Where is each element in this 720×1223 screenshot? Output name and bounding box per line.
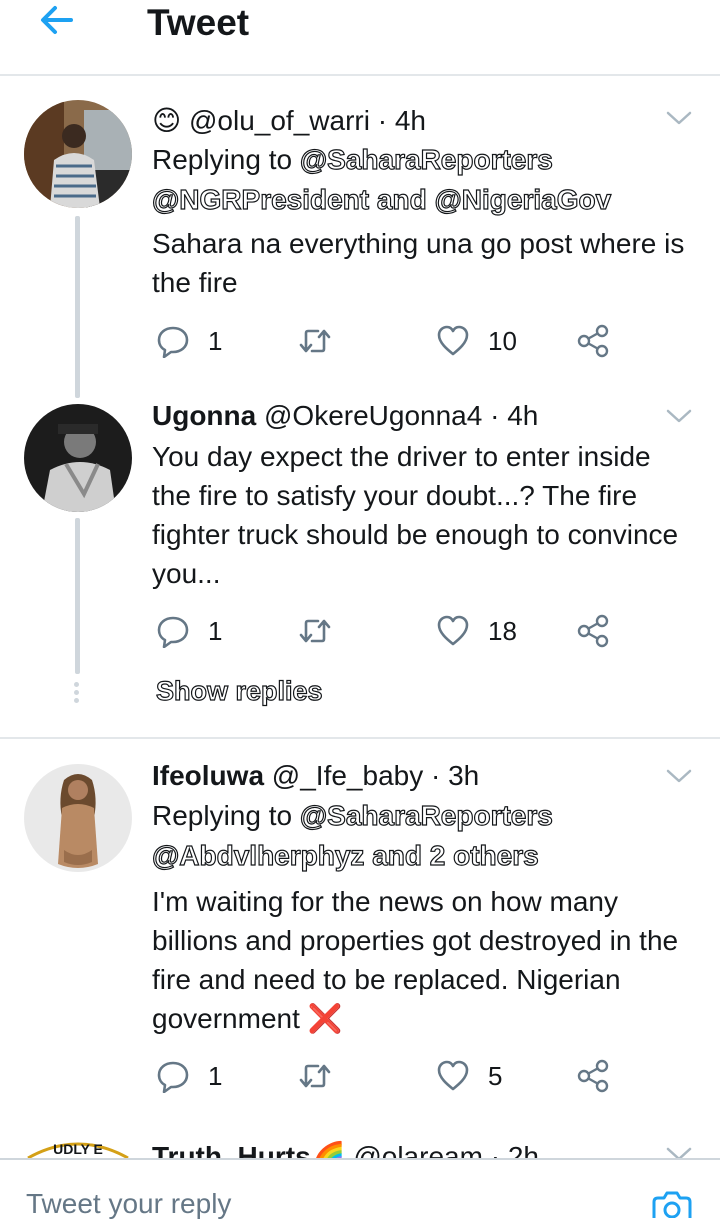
reply-count: 1 (208, 615, 223, 646)
mention-link[interactable]: @SaharaReporters (299, 143, 553, 175)
timestamp: 4h (507, 400, 539, 431)
retweet-button[interactable] (298, 321, 332, 361)
heart-icon (437, 615, 469, 646)
replying-prefix: Replying to (152, 144, 293, 175)
heart-icon (437, 1060, 469, 1091)
separator: · (377, 105, 388, 136)
tweet[interactable]: 😊 @olu_of_warri · 4h Replying to @Sahara… (0, 76, 720, 398)
tweet-menu-button[interactable] (664, 766, 694, 786)
tweet-actions: 1 18 (152, 611, 622, 651)
replying-prefix: Replying to (152, 800, 293, 831)
retweet-button[interactable] (298, 1056, 332, 1096)
user-name[interactable]: Ifeoluwa (152, 760, 264, 791)
avatar-text: UDLY E (53, 1141, 103, 1157)
avatar[interactable] (24, 100, 132, 208)
replying-to-more: @Abdvlherphyz and 2 others (151, 839, 539, 872)
reply-composer: Tweet your reply (0, 1158, 720, 1219)
reply-button[interactable]: 1 (156, 611, 222, 651)
share-button[interactable] (576, 611, 610, 651)
tweet[interactable]: Ugonna @OkereUgonna4 · 4h You day expect… (0, 386, 720, 738)
camera-button[interactable] (650, 1188, 694, 1219)
retweet-button[interactable] (298, 611, 332, 651)
avatar[interactable] (24, 764, 132, 872)
reply-button[interactable]: 1 (156, 321, 222, 361)
reply-input[interactable]: Tweet your reply (26, 1188, 231, 1220)
chevron-down-icon (666, 111, 692, 125)
user-handle[interactable]: @olu_of_warri (189, 105, 370, 136)
like-button[interactable]: 10 (436, 321, 517, 361)
separator: · (490, 1141, 501, 1158)
tweet-actions: 1 5 (152, 1056, 622, 1096)
user-handle[interactable]: @_Ife_baby (272, 760, 423, 791)
replying-to-more: @NGRPresident and @NigeriaGov (151, 183, 611, 216)
retweet-icon (299, 619, 331, 643)
like-count: 18 (488, 615, 517, 646)
thread-line (75, 216, 80, 398)
reply-count: 1 (208, 1060, 223, 1091)
separator: · (431, 760, 441, 791)
mention-link[interactable]: @Abdvlherphyz and 2 others (151, 839, 539, 871)
tweet-actions: 1 10 (152, 321, 622, 361)
chevron-down-icon (666, 769, 692, 783)
back-button[interactable] (34, 0, 78, 44)
top-bar: Tweet (0, 0, 720, 76)
like-count: 5 (488, 1060, 503, 1091)
divider (0, 737, 720, 739)
retweet-icon (299, 1064, 331, 1088)
chevron-down-icon (666, 409, 692, 423)
tweet[interactable]: UDLY E Truth_Hurts🌈 @olaream · 2h (0, 1136, 720, 1158)
tweet-meta: Truth_Hurts🌈 @olaream · 2h (152, 1140, 539, 1158)
tweet-menu-button[interactable] (664, 108, 694, 128)
user-handle[interactable]: @OkereUgonna4 (264, 400, 482, 431)
tweet-menu-button[interactable] (664, 1144, 694, 1158)
share-button[interactable] (576, 321, 610, 361)
user-handle[interactable]: @olaream (353, 1141, 483, 1158)
avatar[interactable] (24, 404, 132, 512)
timestamp: 3h (448, 760, 480, 791)
tweet-meta: Ugonna @OkereUgonna4 · 4h (152, 400, 538, 432)
separator: · (490, 400, 500, 431)
thread-line (75, 518, 80, 674)
show-replies-link[interactable]: Show replies (155, 675, 323, 707)
tweet-text: Sahara na everything una go post where i… (152, 228, 685, 298)
back-arrow-icon (41, 6, 73, 34)
reply-count: 1 (208, 325, 223, 356)
replying-to: Replying to @SaharaReporters (152, 143, 553, 176)
timestamp: 2h (507, 1141, 539, 1158)
avatar[interactable]: UDLY E (24, 1136, 132, 1158)
user-name[interactable]: Truth_Hurts🌈 (152, 1141, 346, 1158)
reply-icon (157, 326, 189, 358)
timestamp: 4h (394, 105, 426, 136)
tweet[interactable]: Ifeoluwa @_Ife_baby · 3h Replying to @Sa… (0, 740, 720, 1136)
share-icon (577, 614, 609, 648)
replying-to: Replying to @SaharaReporters (152, 799, 553, 832)
mention-link[interactable]: @NGRPresident and @NigeriaGov (151, 183, 611, 215)
tweet-menu-button[interactable] (664, 406, 694, 426)
reply-icon (157, 616, 189, 648)
heart-icon (437, 325, 469, 356)
share-button[interactable] (576, 1056, 610, 1096)
chevron-down-icon (666, 1147, 692, 1158)
page-title: Tweet (147, 2, 250, 43)
share-icon (577, 324, 609, 358)
user-name[interactable]: Ugonna (152, 400, 256, 431)
mention-link[interactable]: @SaharaReporters (299, 799, 553, 831)
like-count: 10 (488, 325, 517, 356)
camera-icon (652, 1191, 692, 1219)
reply-button[interactable]: 1 (156, 1056, 222, 1096)
reply-icon (157, 1061, 189, 1093)
tweet-text: I'm waiting for the news on how many bil… (152, 886, 679, 1034)
emoji: 😊 (152, 105, 182, 136)
retweet-icon (299, 329, 331, 353)
more-replies-indicator (74, 682, 80, 706)
like-button[interactable]: 5 (436, 1056, 502, 1096)
share-icon (577, 1059, 609, 1093)
tweet-meta: Ifeoluwa @_Ife_baby · 3h (152, 760, 479, 792)
tweet-meta: 😊 @olu_of_warri · 4h (152, 104, 426, 137)
tweet-text: You day expect the driver to enter insid… (152, 441, 679, 589)
like-button[interactable]: 18 (436, 611, 517, 651)
